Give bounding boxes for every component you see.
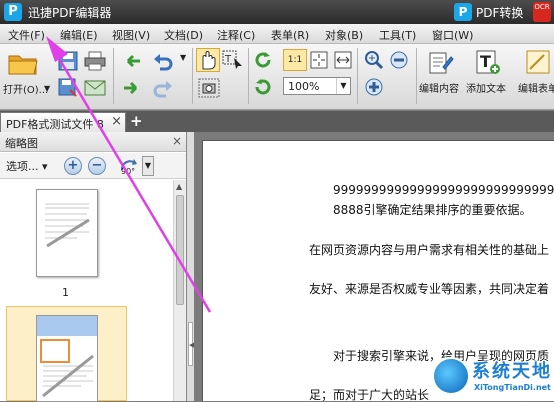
globe-icon: [432, 357, 470, 395]
watermark-cn: 系统天地: [472, 361, 552, 382]
watermark-en: XiTongTianDi.net: [474, 383, 551, 392]
annotation-arrow-icon: [46, 36, 212, 313]
watermark-logo: 系统天地 XiTongTianDi.net: [432, 355, 554, 399]
